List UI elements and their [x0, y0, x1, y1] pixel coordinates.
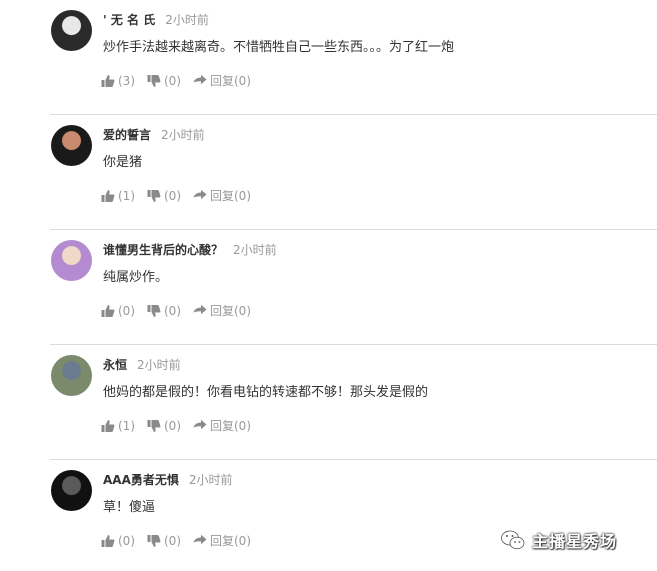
comment-actions: (1) (0) 回复(0) [101, 187, 263, 203]
dislike-count: (0) [164, 533, 181, 548]
thumbs-up-icon [101, 304, 115, 317]
dislike-button[interactable]: (0) [147, 74, 181, 88]
comment-header: 谁懂男生背后的心酸？ 2小时前 [103, 242, 277, 258]
dislike-button[interactable]: (0) [147, 304, 181, 318]
comment-list: ' 无 名 氏 2小时前 炒作手法越来越离奇。不惜牺牲自己一些东西。。。为了红一炮… [0, 0, 657, 571]
timestamp: 2小时前 [161, 128, 205, 142]
like-count: (0) [118, 303, 135, 318]
thumbs-up-icon [101, 534, 115, 547]
reply-button[interactable]: 回复(0) [193, 302, 251, 319]
thumbs-down-icon [147, 534, 161, 547]
username[interactable]: 谁懂男生背后的心酸？ [103, 243, 223, 257]
reply-button[interactable]: 回复(0) [193, 532, 251, 549]
thumbs-down-icon [147, 74, 161, 87]
dislike-button[interactable]: (0) [147, 419, 181, 433]
comment-text: 炒作手法越来越离奇。不惜牺牲自己一些东西。。。为了红一炮 [103, 40, 455, 55]
comment-header: 爱的誓言 2小时前 [103, 127, 205, 143]
like-count: (0) [118, 533, 135, 548]
timestamp: 2小时前 [233, 243, 277, 257]
thumbs-down-icon [147, 189, 161, 202]
comment-text: 你是猪 [103, 155, 143, 170]
comment-text: 草！傻逼 [103, 500, 156, 515]
comment-item: 爱的誓言 2小时前 你是猪 (1) (0) 回复(0) [0, 115, 657, 230]
thumbs-up-icon [101, 419, 115, 432]
comment-actions: (1) (0) 回复(0) [101, 417, 263, 433]
timestamp: 2小时前 [165, 13, 209, 27]
reply-arrow-icon [193, 534, 207, 544]
reply-label: 回复(0) [210, 534, 251, 548]
like-button[interactable]: (3) [101, 74, 135, 88]
comment-header: AAA勇者无惧 2小时前 [103, 472, 233, 488]
avatar[interactable] [51, 355, 92, 396]
dislike-button[interactable]: (0) [147, 189, 181, 203]
comment-actions: (3) (0) 回复(0) [101, 72, 263, 88]
reply-button[interactable]: 回复(0) [193, 417, 251, 434]
comment-header: 永恒 2小时前 [103, 357, 181, 373]
dislike-button[interactable]: (0) [147, 534, 181, 548]
comment-item: ' 无 名 氏 2小时前 炒作手法越来越离奇。不惜牺牲自己一些东西。。。为了红一炮… [0, 0, 657, 115]
like-button[interactable]: (1) [101, 189, 135, 203]
comment-text: 他妈的都是假的！你看电钻的转速都不够！那头发是假的 [103, 385, 429, 400]
comment-item: 谁懂男生背后的心酸？ 2小时前 纯属炒作。 (0) (0) 回复(0) [0, 230, 657, 345]
username[interactable]: AAA勇者无惧 [103, 473, 179, 487]
thumbs-up-icon [101, 189, 115, 202]
comment-item: AAA勇者无惧 2小时前 草！傻逼 (0) (0) 回复(0) [0, 460, 657, 571]
like-count: (1) [118, 188, 135, 203]
avatar[interactable] [51, 125, 92, 166]
timestamp: 2小时前 [188, 473, 233, 487]
reply-arrow-icon [193, 189, 207, 199]
like-button[interactable]: (0) [101, 304, 135, 318]
comment-item: 永恒 2小时前 他妈的都是假的！你看电钻的转速都不够！那头发是假的 (1) (0)… [0, 345, 657, 460]
avatar[interactable] [51, 470, 92, 511]
watermark: 主播星秀场 [500, 528, 617, 552]
username[interactable]: 永恒 [103, 358, 127, 372]
thumbs-down-icon [147, 304, 161, 317]
reply-arrow-icon [193, 74, 207, 84]
watermark-text: 主播星秀场 [532, 532, 618, 551]
like-button[interactable]: (1) [101, 419, 135, 433]
comment-text: 纯属炒作。 [103, 270, 169, 285]
reply-label: 回复(0) [210, 304, 251, 318]
like-button[interactable]: (0) [101, 534, 135, 548]
reply-label: 回复(0) [210, 189, 251, 203]
dislike-count: (0) [164, 303, 181, 318]
dislike-count: (0) [164, 188, 181, 203]
reply-arrow-icon [193, 304, 207, 314]
avatar[interactable] [51, 10, 92, 51]
reply-button[interactable]: 回复(0) [193, 72, 251, 89]
reply-button[interactable]: 回复(0) [193, 187, 251, 204]
comment-actions: (0) (0) 回复(0) [101, 532, 263, 548]
comment-header: ' 无 名 氏 2小时前 [103, 12, 209, 28]
username[interactable]: 爱的誓言 [103, 128, 151, 142]
username[interactable]: ' 无 名 氏 [103, 13, 155, 27]
reply-label: 回复(0) [210, 419, 251, 433]
dislike-count: (0) [164, 73, 181, 88]
thumbs-down-icon [147, 419, 161, 432]
reply-arrow-icon [193, 419, 207, 429]
wechat-icon [500, 529, 525, 550]
dislike-count: (0) [164, 418, 181, 433]
timestamp: 2小时前 [137, 358, 181, 372]
comment-actions: (0) (0) 回复(0) [101, 302, 263, 318]
like-count: (1) [118, 418, 135, 433]
like-count: (3) [118, 73, 135, 88]
avatar[interactable] [51, 240, 92, 281]
reply-label: 回复(0) [210, 74, 251, 88]
thumbs-up-icon [101, 74, 115, 87]
